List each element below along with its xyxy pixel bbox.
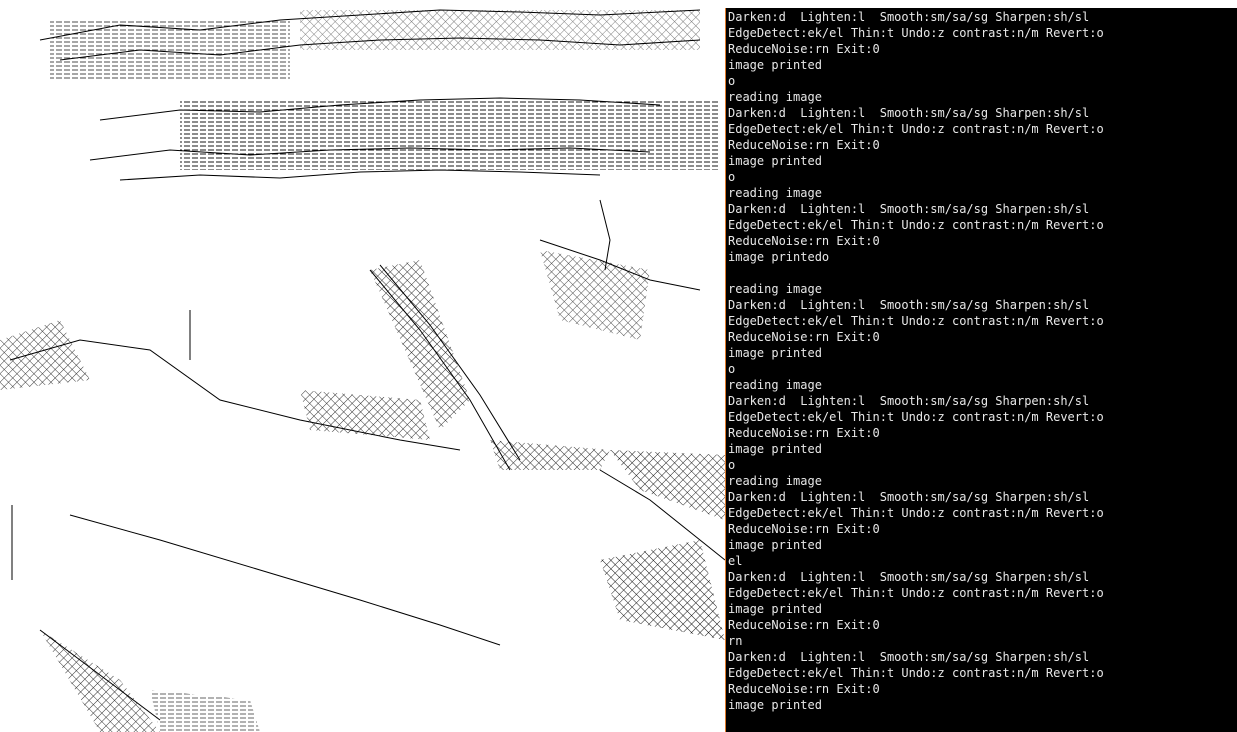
console-line: EdgeDetect:ek/el Thin:t Undo:z contrast:… — [728, 122, 1104, 136]
console-line: Darken:d Lighten:l Smooth:sm/sa/sg Sharp… — [728, 10, 1090, 24]
console-line: EdgeDetect:ek/el Thin:t Undo:z contrast:… — [728, 666, 1104, 680]
console-line: image printed — [728, 698, 822, 712]
edge-detected-image — [0, 0, 725, 732]
console-line: Darken:d Lighten:l Smooth:sm/sa/sg Sharp… — [728, 570, 1090, 584]
console-line: Darken:d Lighten:l Smooth:sm/sa/sg Sharp… — [728, 298, 1090, 312]
console-line: reading image — [728, 378, 822, 392]
console-line: o — [728, 170, 736, 184]
console-line: image printed — [728, 154, 822, 168]
console-line: Darken:d Lighten:l Smooth:sm/sa/sg Sharp… — [728, 490, 1090, 504]
console-line: ReduceNoise:rn Exit:0 — [728, 618, 880, 632]
texture-regions — [0, 10, 725, 732]
console-line: ReduceNoise:rn Exit:0 — [728, 426, 880, 440]
console-line: reading image — [728, 474, 822, 488]
console-line: reading image — [728, 282, 822, 296]
console-line: image printed — [728, 346, 822, 360]
console-window[interactable]: Darken:d Lighten:l Smooth:sm/sa/sg Sharp… — [725, 8, 1237, 732]
console-line: image printed — [728, 602, 822, 616]
console-output: Darken:d Lighten:l Smooth:sm/sa/sg Sharp… — [726, 8, 1237, 713]
console-line: reading image — [728, 186, 822, 200]
console-line: o — [728, 74, 736, 88]
console-line: image printed — [728, 58, 822, 72]
edge-detected-image-canvas — [0, 9, 725, 732]
console-line: reading image — [728, 90, 822, 104]
console-line: ReduceNoise:rn Exit:0 — [728, 522, 880, 536]
console-line: Darken:d Lighten:l Smooth:sm/sa/sg Sharp… — [728, 650, 1090, 664]
console-line: image printedo — [728, 250, 830, 264]
console-line: el — [728, 554, 743, 568]
console-line: EdgeDetect:ek/el Thin:t Undo:z contrast:… — [728, 314, 1104, 328]
console-line: o — [728, 362, 736, 376]
console-line: EdgeDetect:ek/el Thin:t Undo:z contrast:… — [728, 218, 1104, 232]
console-line: EdgeDetect:ek/el Thin:t Undo:z contrast:… — [728, 586, 1104, 600]
console-line: EdgeDetect:ek/el Thin:t Undo:z contrast:… — [728, 410, 1104, 424]
console-line: EdgeDetect:ek/el Thin:t Undo:z contrast:… — [728, 506, 1104, 520]
console-line: Darken:d Lighten:l Smooth:sm/sa/sg Sharp… — [728, 202, 1090, 216]
console-line: EdgeDetect:ek/el Thin:t Undo:z contrast:… — [728, 26, 1104, 40]
console-line: image printed — [728, 442, 822, 456]
console-line: o — [728, 458, 736, 472]
console-line: ReduceNoise:rn Exit:0 — [728, 138, 880, 152]
console-line: ReduceNoise:rn Exit:0 — [728, 234, 880, 248]
console-line: ReduceNoise:rn Exit:0 — [728, 682, 880, 696]
console-line: Darken:d Lighten:l Smooth:sm/sa/sg Sharp… — [728, 106, 1090, 120]
console-line: image printed — [728, 538, 822, 552]
console-line: Darken:d Lighten:l Smooth:sm/sa/sg Sharp… — [728, 394, 1090, 408]
console-line: rn — [728, 634, 743, 648]
console-line: ReduceNoise:rn Exit:0 — [728, 330, 880, 344]
console-line: ReduceNoise:rn Exit:0 — [728, 42, 880, 56]
